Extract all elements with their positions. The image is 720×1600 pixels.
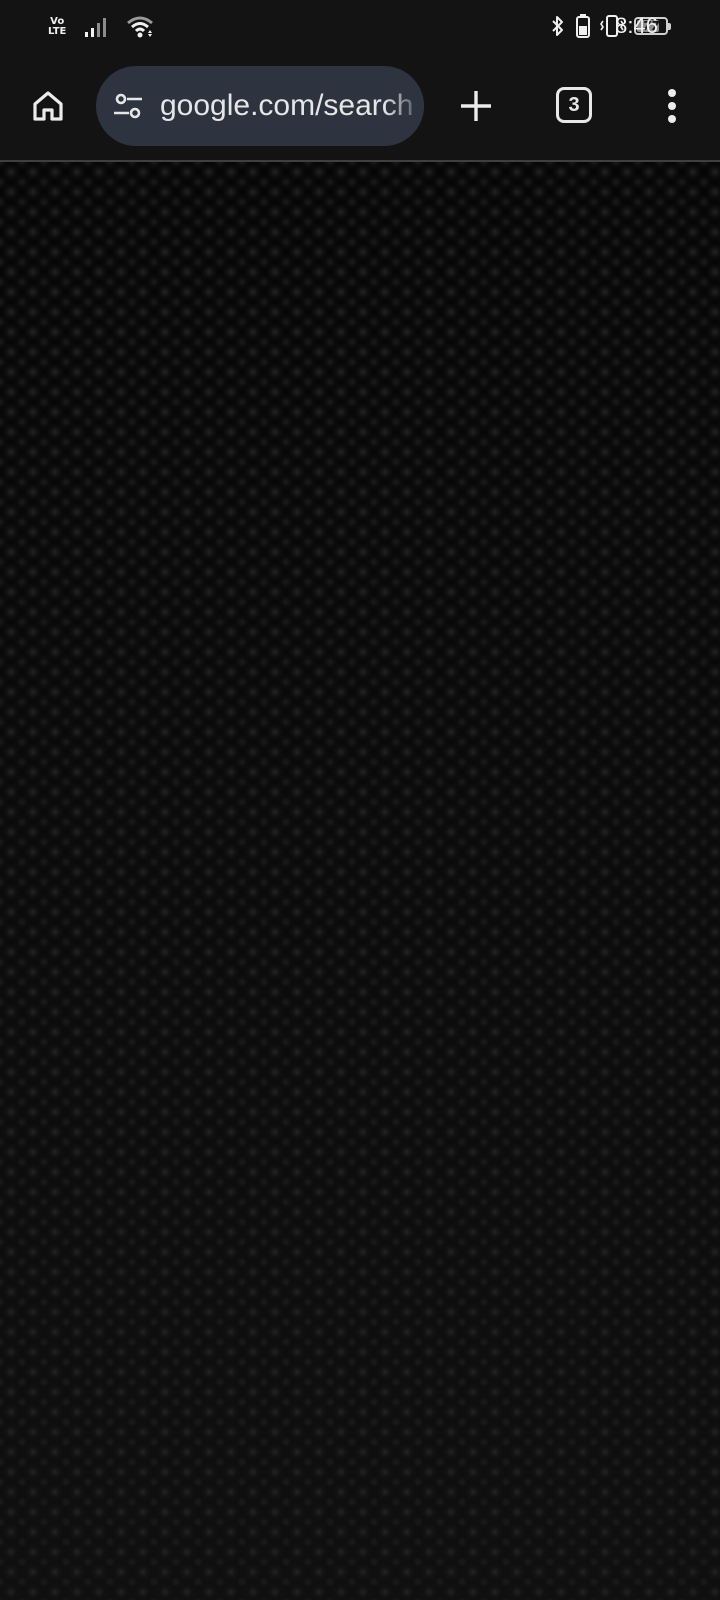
status-clock: 8:46 (615, 13, 658, 38)
status-bar: Vo LTE 77 8:46 (0, 0, 720, 52)
signal-icon (85, 18, 107, 37)
browser-toolbar: google.com/search 3 (0, 52, 720, 162)
url-bar[interactable]: google.com/search (96, 66, 424, 146)
tab-switcher-button[interactable]: 3 (556, 87, 592, 123)
tab-count: 3 (568, 94, 580, 116)
url-fade (384, 66, 424, 146)
more-vert-icon (668, 89, 676, 123)
volte-indicator: Vo LTE (48, 17, 66, 37)
bluetooth-icon (552, 16, 563, 36)
home-button[interactable] (26, 84, 70, 128)
wifi-icon (127, 16, 154, 38)
volte-bottom-label: LTE (48, 26, 67, 37)
menu-button[interactable] (652, 82, 692, 130)
web-content-area[interactable] (0, 162, 720, 1600)
plus-icon (461, 91, 491, 121)
tune-icon[interactable] (112, 90, 144, 122)
status-left-group: Vo LTE (48, 14, 156, 40)
home-icon (33, 91, 63, 121)
new-tab-button[interactable] (452, 82, 500, 130)
url-text[interactable]: google.com/search (160, 66, 412, 146)
battery-saver-icon (576, 14, 590, 38)
